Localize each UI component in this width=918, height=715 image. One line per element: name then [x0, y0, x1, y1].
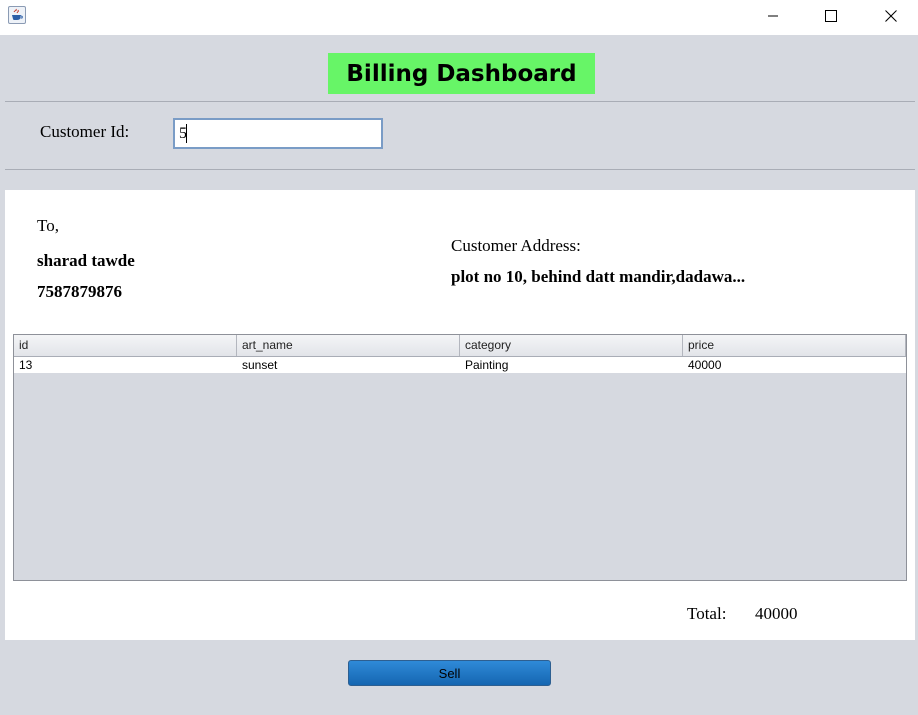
total-label: Total:: [687, 604, 727, 623]
customer-id-input[interactable]: [173, 118, 383, 149]
total-value: 40000: [755, 604, 798, 623]
table-row[interactable]: 13 sunset Painting 40000: [14, 357, 906, 373]
column-header-price[interactable]: price: [683, 335, 906, 356]
text-caret: [186, 124, 187, 143]
to-label: To,: [37, 216, 59, 235]
cell-category: Painting: [465, 358, 509, 372]
column-header-category[interactable]: category: [460, 335, 683, 356]
window-title-bar: [0, 0, 918, 35]
divider: [5, 101, 915, 102]
divider: [5, 169, 915, 170]
minimize-button[interactable]: [750, 0, 796, 32]
java-app-icon: [8, 6, 26, 24]
maximize-button[interactable]: [808, 0, 854, 32]
customer-address-value: plot no 10, behind datt mandir,dadawa...: [451, 267, 746, 286]
customer-phone: 7587879876: [37, 282, 122, 301]
page-title: Billing Dashboard: [328, 53, 595, 94]
table-header: id art_name category price: [14, 335, 906, 357]
sell-button[interactable]: Sell: [348, 660, 551, 686]
column-header-art-name[interactable]: art_name: [237, 335, 460, 356]
maximize-icon: [825, 10, 837, 22]
cell-art-name: sunset: [242, 358, 278, 372]
cell-price: 40000: [688, 358, 722, 372]
customer-name: sharad tawde: [37, 251, 135, 270]
column-header-id[interactable]: id: [14, 335, 237, 356]
cell-id: 13: [19, 358, 33, 372]
close-button[interactable]: [868, 0, 914, 32]
customer-id-label: Customer Id:: [40, 122, 130, 141]
bill-panel: To, sharad tawde 7587879876 Customer Add…: [5, 190, 915, 640]
customer-address-label: Customer Address:: [451, 236, 581, 255]
items-table[interactable]: id art_name category price 13 sunset Pai…: [13, 334, 907, 581]
close-icon: [885, 10, 897, 22]
minimize-icon: [768, 15, 778, 17]
